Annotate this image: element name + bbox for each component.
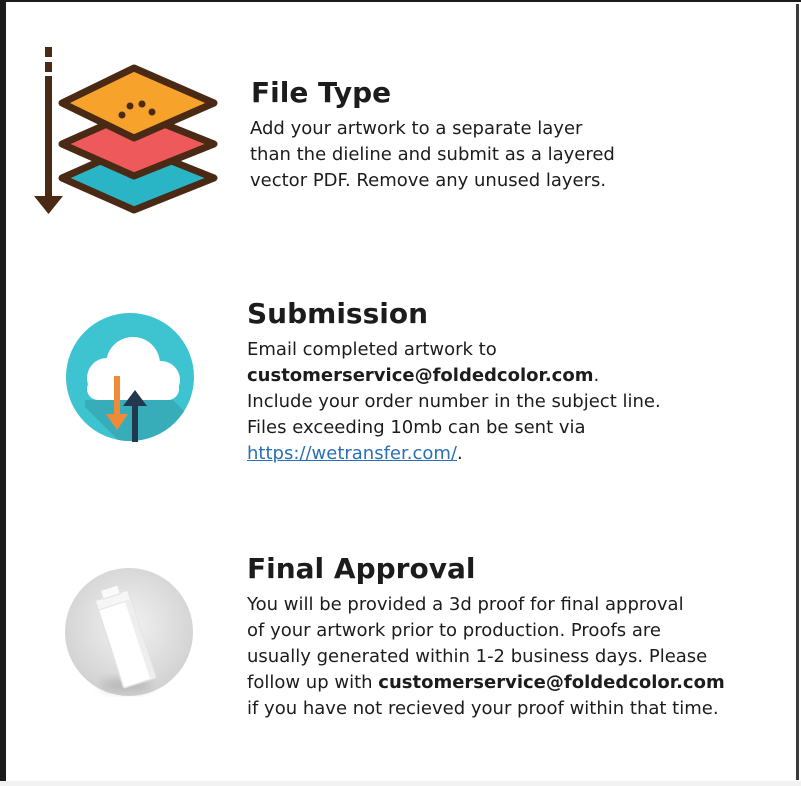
submission-description: Email completed artwork to customerservi…: [247, 337, 661, 467]
submission-section: Submission Email completed artwork to cu…: [0, 280, 801, 480]
submission-line-4: Files exceeding 10mb can be sent via: [247, 417, 586, 438]
wetransfer-link[interactable]: https://wetransfer.com/: [247, 443, 457, 464]
file-type-line-2: than the dieline and submit as a layered: [250, 144, 615, 165]
submission-line-3: Include your order number in the subject…: [247, 391, 661, 412]
final-approval-line-3: usually generated within 1-2 business da…: [247, 646, 708, 667]
3d-proof-box-icon: [64, 567, 194, 697]
final-approval-line-4-prefix: follow up with: [247, 672, 379, 693]
final-approval-email-line: follow up with customerservice@foldedcol…: [247, 670, 725, 696]
file-type-heading: File Type: [251, 76, 392, 109]
file-type-description: Add your artwork to a separate layer tha…: [250, 116, 615, 194]
file-type-line-3: vector PDF. Remove any unused layers.: [250, 170, 607, 191]
final-approval-line-1: You will be provided a 3d proof for fina…: [247, 594, 684, 615]
submission-line-1: Email completed artwork to: [247, 339, 497, 360]
submission-email-line: customerservice@foldedcolor.com.: [247, 363, 661, 389]
final-approval-line-2: of your artwork prior to production. Pro…: [247, 620, 661, 641]
final-approval-description: You will be provided a 3d proof for fina…: [247, 592, 725, 722]
final-approval-line-5: if you have not recieved your proof with…: [247, 698, 719, 719]
stacked-layers-icon: [30, 44, 222, 216]
final-approval-heading: Final Approval: [247, 552, 476, 585]
file-type-line-1: Add your artwork to a separate layer: [250, 118, 583, 139]
submission-link-suffix: .: [456, 443, 463, 464]
cloud-upload-download-icon: [65, 312, 195, 442]
final-approval-section: Final Approval You will be provided a 3d…: [0, 540, 801, 740]
final-approval-email[interactable]: customerservice@foldedcolor.com: [378, 672, 724, 693]
file-type-section: File Type Add your artwork to a separate…: [0, 0, 801, 240]
submission-heading: Submission: [247, 297, 429, 330]
submission-link-line: https://wetransfer.com/.: [247, 441, 661, 467]
submission-email[interactable]: customerservice@foldedcolor.com: [247, 365, 593, 386]
submission-email-suffix: .: [593, 365, 600, 386]
frame-bottom-edge: [0, 781, 801, 786]
